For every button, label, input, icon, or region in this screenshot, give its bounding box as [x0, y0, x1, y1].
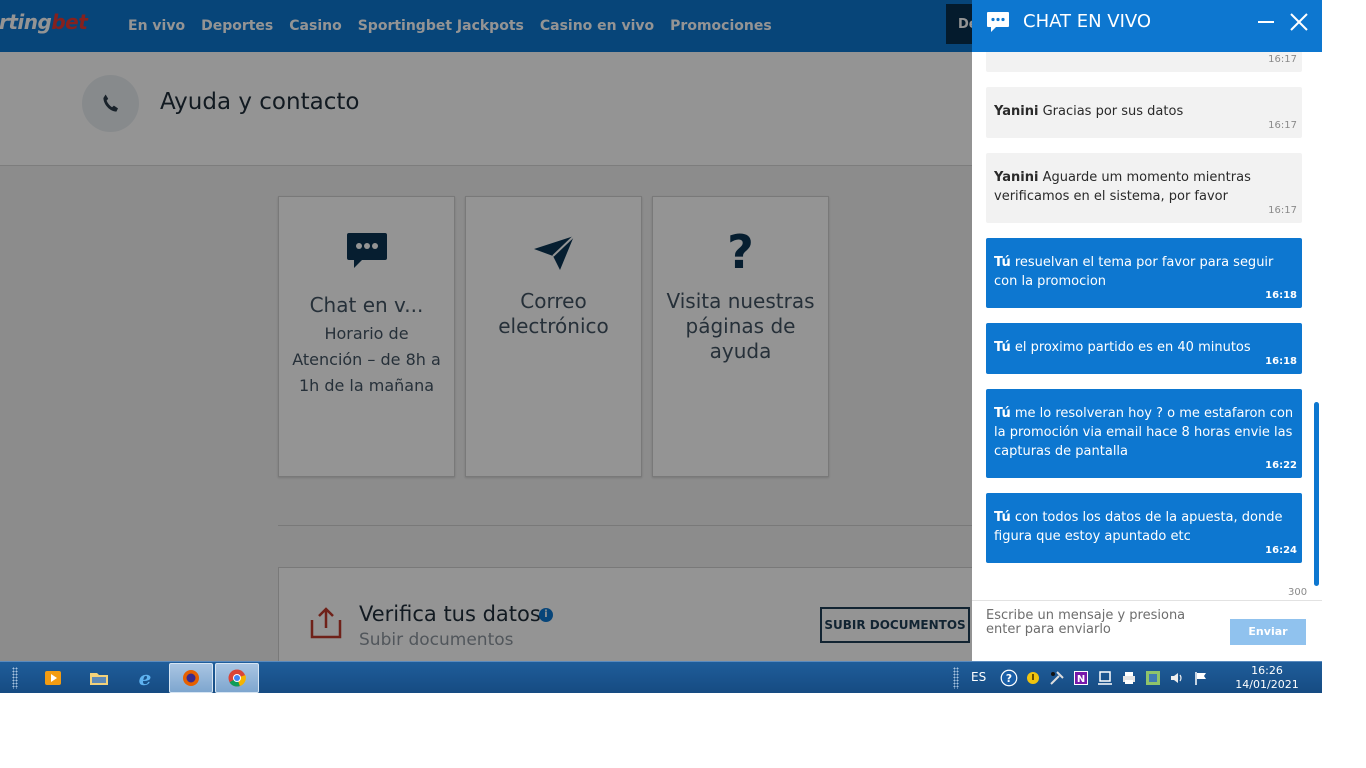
- system-tray: ? N: [1000, 666, 1210, 690]
- message-time: 16:18: [1265, 356, 1297, 367]
- windows-taskbar: e ES ? N 16:26 14/01/2021: [0, 661, 1322, 693]
- screen: Sportingbet En vivo Deportes Casino Spor…: [0, 0, 1322, 693]
- message-author: Tú: [994, 255, 1011, 270]
- chat-message: Tú me lo resolveran hoy ? o me estafaron…: [986, 389, 1302, 478]
- message-time: 16:17: [1268, 205, 1297, 216]
- chat-message-input[interactable]: [986, 609, 1222, 643]
- message-author: Tú: [994, 406, 1011, 421]
- internet-explorer-icon[interactable]: e: [123, 663, 167, 693]
- media-player-icon[interactable]: [31, 663, 75, 693]
- taskbar-clock[interactable]: 16:26 14/01/2021: [1226, 664, 1308, 692]
- help-icon[interactable]: ?: [1000, 669, 1018, 687]
- chat-message: 16:17: [986, 52, 1302, 72]
- chat-message: Yanini Aguarde um momento mientras verif…: [986, 153, 1302, 223]
- char-counter: 300: [1288, 587, 1308, 598]
- message-time: 16:17: [1268, 120, 1297, 131]
- message-author: Yanini: [994, 170, 1039, 185]
- message-time: 16:17: [1268, 54, 1297, 65]
- chrome-icon[interactable]: [215, 663, 259, 693]
- message-text: me lo resolveran hoy ? o me estafaron co…: [994, 406, 1294, 459]
- chat-input-area: Enviar: [972, 600, 1322, 661]
- message-time: 16:22: [1265, 460, 1297, 471]
- svg-text:?: ?: [1006, 672, 1012, 685]
- chat-scrollbar-thumb[interactable]: [1314, 402, 1319, 586]
- message-time: 16:24: [1265, 545, 1297, 556]
- chat-message: Yanini Gracias por sus datos 16:17: [986, 87, 1302, 138]
- message-author: Tú: [994, 340, 1011, 355]
- onenote-icon[interactable]: N: [1072, 669, 1090, 687]
- message-time: 16:18: [1265, 290, 1297, 301]
- svg-text:N: N: [1077, 674, 1085, 685]
- message-text: con todos los datos de la apuesta, donde…: [994, 510, 1283, 544]
- chat-message: Tú el proximo partido es en 40 minutos 1…: [986, 323, 1302, 374]
- chat-header: CHAT EN VIVO: [972, 0, 1322, 52]
- clock-time: 16:26: [1251, 664, 1283, 677]
- message-text: el proximo partido es en 40 minutos: [1014, 340, 1251, 355]
- send-button[interactable]: Enviar: [1230, 619, 1306, 645]
- taskbar-grip[interactable]: [953, 667, 959, 689]
- device-icon[interactable]: [1096, 669, 1114, 687]
- volume-icon[interactable]: [1168, 669, 1186, 687]
- message-text: Gracias por sus datos: [1042, 104, 1184, 119]
- firefox-icon[interactable]: [169, 663, 213, 693]
- flag-icon[interactable]: [1192, 669, 1210, 687]
- app-icon[interactable]: [1144, 669, 1162, 687]
- chat-message: Tú resuelvan el tema por favor para segu…: [986, 238, 1302, 308]
- clock-date: 14/01/2021: [1235, 678, 1299, 691]
- chat-bubble-icon: [986, 11, 1010, 37]
- taskbar-grip[interactable]: [12, 667, 18, 689]
- message-author: Tú: [994, 510, 1011, 525]
- chat-message-list[interactable]: 16:17 Yanini Gracias por sus datos 16:17…: [972, 52, 1312, 600]
- modal-overlay[interactable]: [0, 0, 972, 661]
- security-shield-icon[interactable]: [1024, 669, 1042, 687]
- message-author: Yanini: [994, 104, 1039, 119]
- minimize-icon[interactable]: [1256, 10, 1276, 34]
- network-tool-icon[interactable]: [1048, 669, 1066, 687]
- file-explorer-icon[interactable]: [77, 663, 121, 693]
- chat-scrollbar[interactable]: [1312, 52, 1322, 600]
- message-text: resuelvan el tema por favor para seguir …: [994, 255, 1274, 289]
- live-chat-panel: CHAT EN VIVO 16:17 Yanini Gracias por su…: [972, 0, 1322, 661]
- language-indicator[interactable]: ES: [971, 670, 986, 684]
- chat-title: CHAT EN VIVO: [1023, 11, 1152, 32]
- close-icon[interactable]: [1288, 10, 1310, 34]
- chat-message: Tú con todos los datos de la apuesta, do…: [986, 493, 1302, 563]
- printer-icon[interactable]: [1120, 669, 1138, 687]
